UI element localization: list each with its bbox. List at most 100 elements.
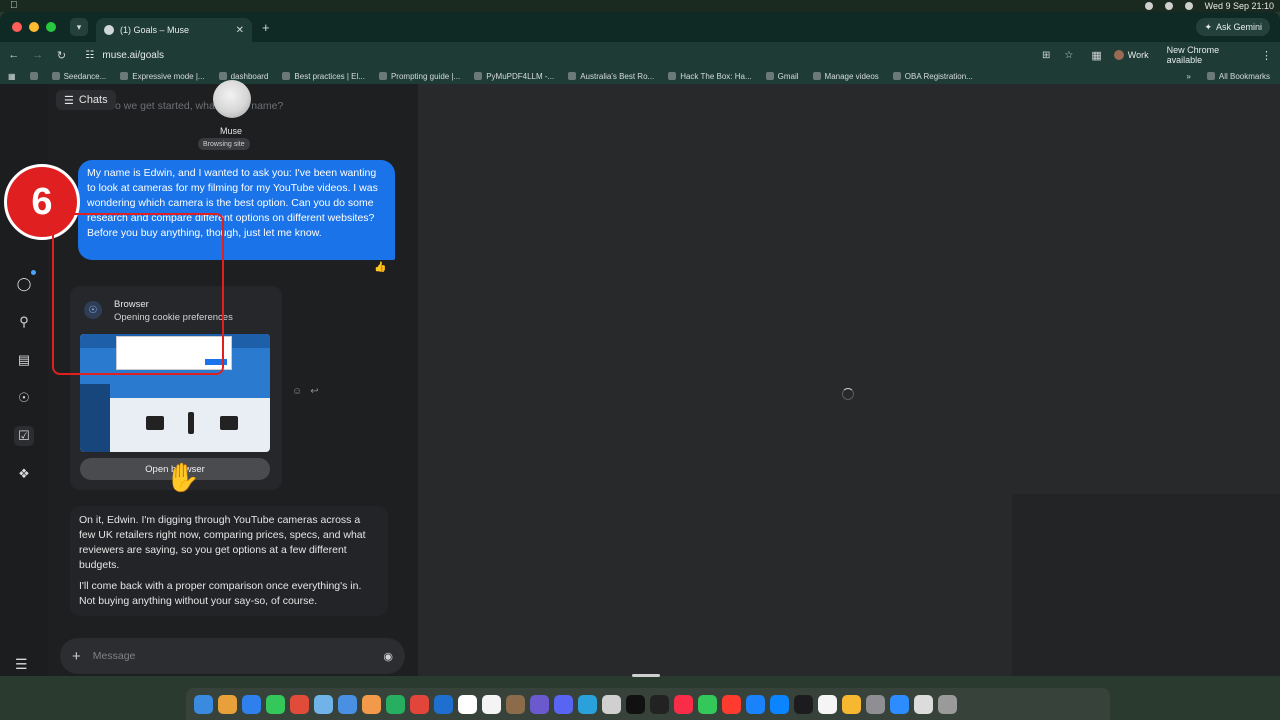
reply-icon[interactable]: ↩ bbox=[310, 386, 318, 397]
app-icon[interactable] bbox=[530, 694, 549, 714]
site-info-icon[interactable]: ☷ bbox=[85, 50, 94, 61]
kebab-menu-icon[interactable]: ⋮ bbox=[1261, 49, 1272, 62]
apps-icon[interactable]: ❖ bbox=[14, 464, 34, 484]
apple-icon[interactable]:  bbox=[10, 0, 18, 11]
library-icon[interactable]: ▤ bbox=[14, 350, 34, 370]
all-bookmarks-button[interactable]: All Bookmarks bbox=[1206, 72, 1270, 81]
bookmark-item[interactable]: Gmail bbox=[765, 72, 799, 81]
system-settings-icon[interactable] bbox=[866, 694, 885, 714]
tab-search-chevron-down-icon[interactable]: ▾ bbox=[70, 18, 88, 36]
vscode-icon[interactable] bbox=[434, 694, 453, 714]
youtube-icon bbox=[812, 72, 821, 80]
launchpad-icon[interactable] bbox=[218, 694, 237, 714]
chats-button[interactable]: ☰ Chats bbox=[56, 90, 116, 110]
browser-card-title: Browser bbox=[114, 299, 149, 310]
bookmark-favicon-icon bbox=[378, 72, 387, 80]
bookmark-item[interactable]: Prompting guide |... bbox=[378, 72, 460, 81]
music-icon[interactable] bbox=[674, 694, 693, 714]
app-icon[interactable] bbox=[650, 694, 669, 714]
message-composer: + ◉ bbox=[60, 638, 405, 674]
messages-icon[interactable] bbox=[266, 694, 285, 714]
tab-strip: ▾ (1) Goals – Muse ✕ + ✦ Ask Gemini bbox=[0, 12, 1280, 42]
close-tab-icon[interactable]: ✕ bbox=[236, 25, 244, 36]
list-icon: ☰ bbox=[64, 94, 74, 107]
calendar-icon[interactable] bbox=[482, 694, 501, 714]
bookmark-item[interactable]: Australia's Best Ro... bbox=[568, 72, 654, 81]
bookmark-item[interactable]: dashboard bbox=[218, 72, 268, 81]
forward-arrow-icon[interactable]: → bbox=[32, 49, 44, 61]
bookmark-favicon-icon bbox=[892, 72, 901, 80]
message-actions: ☺ ↩ bbox=[292, 386, 319, 397]
emoji-reaction-icon[interactable]: ☺ bbox=[292, 386, 302, 397]
new-tab-plus-icon[interactable]: + bbox=[262, 20, 270, 35]
url-text[interactable]: muse.ai/goals bbox=[102, 50, 1034, 61]
chrome-update-chip[interactable]: New Chrome available bbox=[1161, 45, 1249, 65]
notion-icon[interactable] bbox=[458, 694, 477, 714]
chat-bubble-icon[interactable]: ◯ bbox=[14, 274, 34, 294]
resize-handle[interactable] bbox=[632, 674, 660, 677]
stocks-icon[interactable] bbox=[794, 694, 813, 714]
muse-avatar[interactable] bbox=[213, 80, 251, 118]
maximize-window-button[interactable] bbox=[46, 22, 56, 32]
microphone-icon[interactable]: ◉ bbox=[383, 650, 393, 663]
update-label: New Chrome available bbox=[1166, 45, 1220, 65]
macos-menu-bar:  Wed 9 Sep 21:10 bbox=[0, 0, 1280, 12]
menu-bar-clock[interactable]: Wed 9 Sep 21:10 bbox=[1205, 1, 1274, 11]
safari-icon[interactable] bbox=[242, 694, 261, 714]
news-icon[interactable] bbox=[722, 694, 741, 714]
install-app-icon[interactable]: ⊞ bbox=[1042, 50, 1050, 61]
app-icon[interactable] bbox=[602, 694, 621, 714]
bookmark-item[interactable] bbox=[29, 72, 38, 80]
discord-icon[interactable] bbox=[554, 694, 573, 714]
finder-icon[interactable] bbox=[194, 694, 213, 714]
apple-tv-icon[interactable] bbox=[626, 694, 645, 714]
keynote-icon[interactable] bbox=[746, 694, 765, 714]
chevron-right-icon[interactable]: » bbox=[1186, 72, 1190, 81]
hamburger-menu-icon[interactable]: ☰ bbox=[15, 656, 28, 673]
photos-icon[interactable] bbox=[362, 694, 381, 714]
bookmark-item[interactable]: Expressive mode |... bbox=[120, 72, 205, 81]
add-attachment-icon[interactable]: + bbox=[72, 648, 81, 665]
trash-icon[interactable] bbox=[938, 694, 957, 714]
chrome-icon[interactable] bbox=[290, 694, 309, 714]
zoom-icon[interactable] bbox=[890, 694, 909, 714]
numbers-icon[interactable] bbox=[698, 694, 717, 714]
chrome-icon[interactable] bbox=[410, 694, 429, 714]
close-window-button[interactable] bbox=[12, 22, 22, 32]
maps-icon[interactable] bbox=[314, 694, 333, 714]
mail-icon[interactable] bbox=[338, 694, 357, 714]
browser-card-status: Opening cookie preferences bbox=[114, 312, 233, 323]
lightbulb-icon[interactable]: ☉ bbox=[14, 388, 34, 408]
apps-grid-icon[interactable]: ▦ bbox=[8, 72, 16, 81]
bookmark-item[interactable]: Manage videos bbox=[812, 72, 879, 81]
telegram-icon[interactable] bbox=[578, 694, 597, 714]
wifi-icon[interactable] bbox=[1164, 2, 1173, 10]
loading-spinner-icon bbox=[842, 388, 854, 400]
goals-checkbox-icon[interactable]: ☑ bbox=[14, 426, 34, 446]
control-center-icon[interactable] bbox=[1184, 2, 1193, 10]
app-icon[interactable] bbox=[506, 694, 525, 714]
bookmark-item[interactable]: OBA Registration... bbox=[892, 72, 973, 81]
facetime-icon[interactable] bbox=[386, 694, 405, 714]
bookmark-item[interactable]: Hack The Box: Ha... bbox=[668, 72, 752, 81]
bookmark-star-icon[interactable]: ☆ bbox=[1064, 50, 1073, 61]
app-store-icon[interactable] bbox=[770, 694, 789, 714]
notes-icon[interactable] bbox=[818, 694, 837, 714]
extensions-puzzle-icon[interactable]: ▦ bbox=[1091, 49, 1101, 62]
ask-gemini-button[interactable]: ✦ Ask Gemini bbox=[1196, 18, 1270, 36]
bookmark-item[interactable]: Best practices | El... bbox=[282, 72, 365, 81]
status-icon[interactable] bbox=[1144, 2, 1153, 10]
search-icon[interactable]: ⚲ bbox=[14, 312, 34, 332]
profile-chip[interactable]: Work bbox=[1113, 50, 1149, 60]
bookmark-item[interactable]: PyMuPDF4LLM -... bbox=[474, 72, 554, 81]
tab-goals-muse[interactable]: (1) Goals – Muse ✕ bbox=[96, 18, 252, 42]
bookmark-item[interactable]: Seedance... bbox=[51, 72, 106, 81]
preview-icon[interactable] bbox=[914, 694, 933, 714]
minimize-window-button[interactable] bbox=[29, 22, 39, 32]
address-bar[interactable]: ☷ muse.ai/goals ⊞ ☆ bbox=[79, 45, 1080, 65]
pages-icon[interactable] bbox=[842, 694, 861, 714]
browser-screenshot-preview[interactable] bbox=[80, 334, 270, 452]
back-arrow-icon[interactable]: ← bbox=[8, 49, 20, 61]
reload-icon[interactable]: ↻ bbox=[56, 49, 68, 62]
message-input[interactable] bbox=[90, 649, 374, 663]
